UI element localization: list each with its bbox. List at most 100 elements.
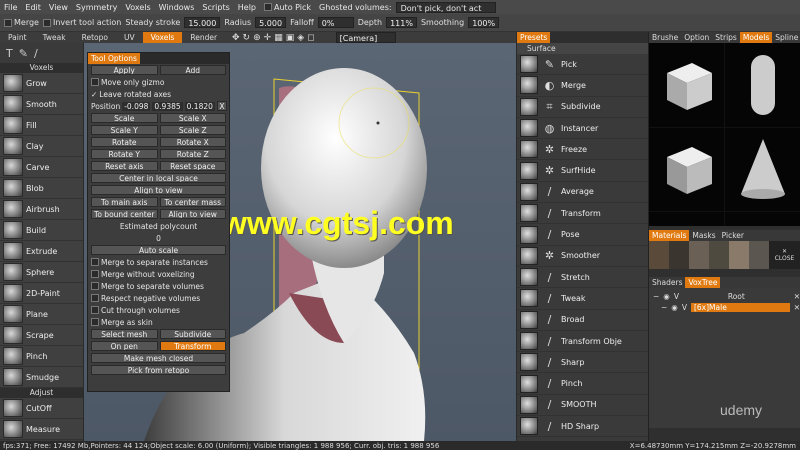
preset-broad[interactable]: ∕ Broad [517,310,648,331]
tool-2d-paint[interactable]: 2D-Paint [0,283,83,304]
checkbox[interactable] [91,270,99,278]
eye-icon[interactable]: ◉ [671,303,678,312]
preset-freeze[interactable]: ✲ Freeze [517,139,648,161]
preset-merge[interactable]: ◐ Merge [517,75,648,97]
preset-sharp[interactable]: ∕ Sharp [517,352,648,374]
tab-splines[interactable]: Spline [772,32,800,43]
pos-y-field[interactable]: 0.9385 [152,101,183,111]
tab-strips[interactable]: Strips [712,32,740,43]
tool-grow[interactable]: Grow [0,73,83,94]
material-swatch[interactable] [749,241,769,269]
tab-models[interactable]: Models [739,32,773,43]
material-swatch[interactable] [689,241,709,269]
scale-y-button[interactable]: Scale Y [91,125,158,135]
menu-voxels[interactable]: Voxels [121,3,154,12]
clear-position-button[interactable]: X [216,101,227,111]
align-to-view-button[interactable]: Align to view [159,209,226,219]
material-swatch[interactable] [729,241,749,269]
menu-help[interactable]: Help [234,3,260,12]
tool-smudge[interactable]: Smudge [0,367,83,388]
ghosted-select[interactable]: Don't pick, don't act [395,1,496,13]
pos-x-field[interactable]: -0.098 [122,101,151,111]
tab-paint[interactable]: Paint [0,32,35,43]
model-cube-2[interactable] [649,127,724,212]
menu-edit[interactable]: Edit [21,3,45,12]
reset-space-button[interactable]: Reset space [159,161,226,171]
tool-plane[interactable]: Plane [0,304,83,325]
preset-instancer[interactable]: ◍ Instancer [517,118,648,140]
eye-icon[interactable]: ◉ [663,292,670,301]
zoom-icon[interactable]: ⊕ [253,33,261,43]
tab-retopo[interactable]: Retopo [74,32,116,43]
merge-option[interactable]: Respect negative volumes [88,292,229,304]
tool-extrude[interactable]: Extrude [0,241,83,262]
text-tool-icon[interactable]: T [6,47,13,60]
tool-clay[interactable]: Clay [0,136,83,157]
merge-checkbox[interactable]: Merge [4,18,39,27]
move-icon[interactable]: ✥ [232,33,240,43]
rotate-y-button[interactable]: Rotate Y [91,149,158,159]
cube-icon[interactable]: ◈ [297,33,304,43]
scale-z-button[interactable]: Scale Z [159,125,226,135]
rotate-x-button[interactable]: Rotate X [159,137,226,147]
smoothing-field[interactable]: 100% [468,17,500,28]
subdivide-button[interactable]: Subdivide [159,329,226,339]
tab-masks[interactable]: Masks [689,230,718,241]
steady-field[interactable]: 15.000 [184,17,221,28]
preset-smoother[interactable]: ✲ Smoother [517,246,648,267]
select-mesh-button[interactable]: Select mesh [91,329,158,339]
tree-root[interactable]: − ◉ V Root ✕ [649,291,800,302]
menu-symmetry[interactable]: Symmetry [72,3,121,12]
merge-option[interactable]: Merge to separate volumes [88,280,229,292]
model-slab[interactable] [649,212,724,226]
tool-build[interactable]: Build [0,220,83,241]
preset-pinch[interactable]: ∕ Pinch [517,373,648,395]
tab-render[interactable]: Render [182,32,225,43]
preset-average[interactable]: ∕ Average [517,182,648,204]
preset-pose[interactable]: ∕ Pose [517,224,648,246]
collapse-icon[interactable]: − [653,292,659,301]
menu-windows[interactable]: Windows [155,3,199,12]
merge-option[interactable]: Merge without voxelizing [88,268,229,280]
rotate-icon[interactable]: ↻ [243,33,251,43]
add-mode-select[interactable]: Add [159,65,226,75]
scale-button[interactable]: Scale [91,113,158,123]
model-cone[interactable] [725,127,800,212]
camera-select[interactable]: [Camera] [335,32,396,43]
tab-options[interactable]: Option [681,32,712,43]
leave-rotated-row[interactable]: ✓ Leave rotated axes [88,88,229,100]
tool-sphere[interactable]: Sphere [0,262,83,283]
tab-tweak[interactable]: Tweak [35,32,74,43]
tree-item-male[interactable]: − ◉ V [6x]Male ✕ [649,302,800,313]
move-gizmo-row[interactable]: Move only gizmo [88,76,229,88]
rotate-z-button[interactable]: Rotate Z [159,149,226,159]
model-sphere[interactable] [725,212,800,226]
on-pen-button[interactable]: On pen [91,341,158,351]
menu-scripts[interactable]: Scripts [198,3,233,12]
checkbox[interactable] [91,258,99,266]
checkbox[interactable] [91,294,99,302]
invert-checkbox[interactable]: Invert tool action [42,18,121,27]
to-center-mass-button[interactable]: To center mass [159,197,226,207]
frame-icon[interactable]: ◻ [307,33,314,43]
tool-measure[interactable]: Measure [0,419,83,440]
make-closed-button[interactable]: Make mesh closed [91,353,226,363]
to-bound-center-button[interactable]: To bound center [91,209,158,219]
menu-view[interactable]: View [45,3,72,12]
preset-surfhide[interactable]: ✲ SurfHide [517,160,648,182]
tab-voxels[interactable]: Voxels [142,32,183,43]
preset-hd-sharp[interactable]: ∕ HD Sharp [517,416,648,438]
tab-uv[interactable]: UV [116,32,143,43]
stroke-icon[interactable]: ✎ [19,47,28,60]
checkbox[interactable] [91,282,99,290]
surface-section[interactable]: Surface [517,43,648,54]
delete-icon[interactable]: ✕ [794,303,800,312]
preset-transform[interactable]: ∕ Transform [517,203,648,225]
material-swatch[interactable] [709,241,729,269]
tab-voxtree[interactable]: VoxTree [685,277,721,288]
tool-smooth[interactable]: Smooth [0,94,83,115]
tool-fill[interactable]: Fill [0,115,83,136]
center-local-button[interactable]: Center in local space [91,173,226,183]
tab-presets[interactable]: Presets [517,32,551,43]
checkbox[interactable] [91,306,99,314]
